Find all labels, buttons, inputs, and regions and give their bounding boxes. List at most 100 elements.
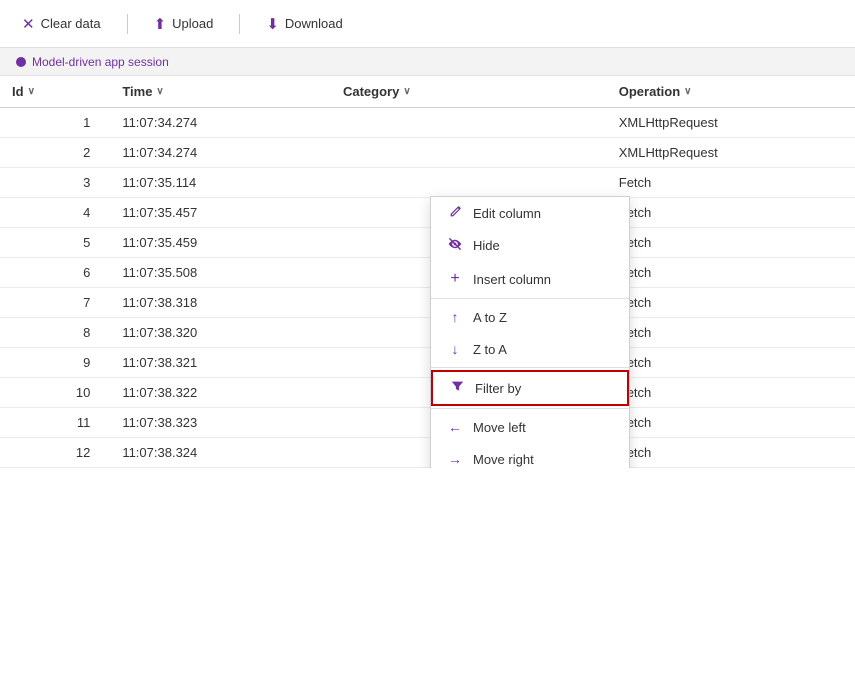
menu-item-a-to-z[interactable]: ↑ A to Z bbox=[431, 301, 629, 333]
cell-id: 9 bbox=[0, 348, 110, 378]
menu-icon-z-to-a: ↓ bbox=[447, 341, 463, 357]
cell-time: 11:07:34.274 bbox=[110, 108, 331, 138]
menu-divider-after-z-to-a bbox=[431, 367, 629, 368]
cell-operation: Fetch bbox=[607, 198, 855, 228]
download-label: Download bbox=[285, 16, 343, 31]
cell-id: 2 bbox=[0, 138, 110, 168]
menu-item-edit-column[interactable]: Edit column bbox=[431, 197, 629, 229]
cell-id: 7 bbox=[0, 288, 110, 318]
cell-operation: Fetch bbox=[607, 318, 855, 348]
cell-time: 11:07:38.321 bbox=[110, 348, 331, 378]
cell-time: 11:07:38.322 bbox=[110, 378, 331, 408]
menu-icon-move-right: → bbox=[447, 451, 463, 467]
menu-label-a-to-z: A to Z bbox=[473, 310, 507, 325]
menu-label-hide: Hide bbox=[473, 238, 500, 253]
cell-operation: Fetch bbox=[607, 438, 855, 468]
cell-time: 11:07:38.323 bbox=[110, 408, 331, 438]
table-container: Id ∨ Time ∨ Category ∨ bbox=[0, 76, 855, 468]
table-row: 12 11:07:38.324 Fetch bbox=[0, 438, 855, 468]
table-row: 2 11:07:34.274 XMLHttpRequest bbox=[0, 138, 855, 168]
clear-data-button[interactable]: ✕ Clear data bbox=[16, 11, 107, 37]
cell-id: 1 bbox=[0, 108, 110, 138]
toolbar-divider-1 bbox=[127, 14, 128, 34]
menu-label-move-right: Move right bbox=[473, 452, 534, 467]
menu-item-hide[interactable]: Hide bbox=[431, 229, 629, 262]
cell-category bbox=[331, 168, 607, 198]
cell-time: 11:07:34.274 bbox=[110, 138, 331, 168]
menu-item-filter-by[interactable]: Filter by bbox=[431, 370, 629, 406]
cell-operation: Fetch bbox=[607, 288, 855, 318]
clear-data-label: Clear data bbox=[41, 16, 101, 31]
menu-item-z-to-a[interactable]: ↓Z to A bbox=[431, 333, 629, 365]
cell-time: 11:07:38.318 bbox=[110, 288, 331, 318]
menu-icon-insert-column: + bbox=[447, 270, 463, 288]
column-header-time[interactable]: Time ∨ bbox=[110, 76, 331, 108]
time-sort-icon: ∨ bbox=[156, 86, 163, 97]
cell-category bbox=[331, 138, 607, 168]
cell-id: 6 bbox=[0, 258, 110, 288]
menu-item-move-left[interactable]: ← Move left bbox=[431, 411, 629, 443]
category-sort-icon: ∨ bbox=[403, 86, 410, 97]
cell-operation: XMLHttpRequest bbox=[607, 138, 855, 168]
cell-id: 3 bbox=[0, 168, 110, 198]
toolbar: ✕ Clear data ⬆ Upload ⬇ Download bbox=[0, 0, 855, 48]
menu-divider-after-insert-column bbox=[431, 298, 629, 299]
column-context-menu: Edit column Hide + Insert column ↑ A to Z ↓Z t… bbox=[430, 196, 630, 468]
cell-operation: Fetch bbox=[607, 378, 855, 408]
cell-operation: Fetch bbox=[607, 228, 855, 258]
table-row: 6 11:07:35.508 Fetch bbox=[0, 258, 855, 288]
menu-label-move-left: Move left bbox=[473, 420, 526, 435]
download-icon: ⬇ bbox=[266, 15, 279, 33]
download-button[interactable]: ⬇ Download bbox=[260, 11, 348, 37]
menu-icon-a-to-z: ↑ bbox=[447, 309, 463, 325]
column-header-operation[interactable]: Operation ∨ bbox=[607, 76, 855, 108]
cell-id: 5 bbox=[0, 228, 110, 258]
menu-label-insert-column: Insert column bbox=[473, 272, 551, 287]
table-row: 11 11:07:38.323 Fetch bbox=[0, 408, 855, 438]
upload-button[interactable]: ⬆ Upload bbox=[148, 11, 220, 37]
cell-operation: Fetch bbox=[607, 168, 855, 198]
menu-label-edit-column: Edit column bbox=[473, 206, 541, 221]
table-row: 8 11:07:38.320 Fetch bbox=[0, 318, 855, 348]
cell-id: 8 bbox=[0, 318, 110, 348]
table-header-row: Id ∨ Time ∨ Category ∨ bbox=[0, 76, 855, 108]
table-row: 3 11:07:35.114 Fetch bbox=[0, 168, 855, 198]
operation-sort-icon: ∨ bbox=[684, 86, 691, 97]
session-label: Model-driven app session bbox=[32, 55, 169, 69]
menu-item-insert-column[interactable]: + Insert column bbox=[431, 262, 629, 296]
menu-item-move-right[interactable]: → Move right bbox=[431, 443, 629, 468]
menu-label-filter-by: Filter by bbox=[475, 381, 521, 396]
cell-operation: Fetch bbox=[607, 348, 855, 378]
cell-category bbox=[331, 108, 607, 138]
id-sort-icon: ∨ bbox=[28, 86, 35, 97]
cell-id: 10 bbox=[0, 378, 110, 408]
menu-icon-filter-by bbox=[449, 380, 465, 396]
cell-time: 11:07:38.324 bbox=[110, 438, 331, 468]
upload-label: Upload bbox=[172, 16, 213, 31]
column-header-id[interactable]: Id ∨ bbox=[0, 76, 110, 108]
session-bar: Model-driven app session bbox=[0, 48, 855, 76]
cell-time: 11:07:35.457 bbox=[110, 198, 331, 228]
clear-data-icon: ✕ bbox=[22, 15, 35, 33]
cell-time: 11:07:35.114 bbox=[110, 168, 331, 198]
table-body: 1 11:07:34.274 XMLHttpRequest 2 11:07:34… bbox=[0, 108, 855, 468]
cell-time: 11:07:35.459 bbox=[110, 228, 331, 258]
toolbar-divider-2 bbox=[239, 14, 240, 34]
menu-divider-after-filter-by bbox=[431, 408, 629, 409]
table-row: 4 11:07:35.457 Fetch bbox=[0, 198, 855, 228]
table-row: 1 11:07:34.274 XMLHttpRequest bbox=[0, 108, 855, 138]
cell-time: 11:07:35.508 bbox=[110, 258, 331, 288]
table-row: 7 11:07:38.318 Fetch bbox=[0, 288, 855, 318]
column-header-category[interactable]: Category ∨ bbox=[331, 76, 607, 108]
cell-operation: Fetch bbox=[607, 408, 855, 438]
table-row: 9 11:07:38.321 Fetch bbox=[0, 348, 855, 378]
cell-operation: Fetch bbox=[607, 258, 855, 288]
menu-icon-edit-column bbox=[447, 205, 463, 221]
menu-icon-move-left: ← bbox=[447, 419, 463, 435]
menu-icon-hide bbox=[447, 237, 463, 254]
table-row: 5 11:07:35.459 Fetch bbox=[0, 228, 855, 258]
cell-id: 12 bbox=[0, 438, 110, 468]
table-row: 10 11:07:38.322 Fetch bbox=[0, 378, 855, 408]
cell-id: 11 bbox=[0, 408, 110, 438]
cell-operation: XMLHttpRequest bbox=[607, 108, 855, 138]
